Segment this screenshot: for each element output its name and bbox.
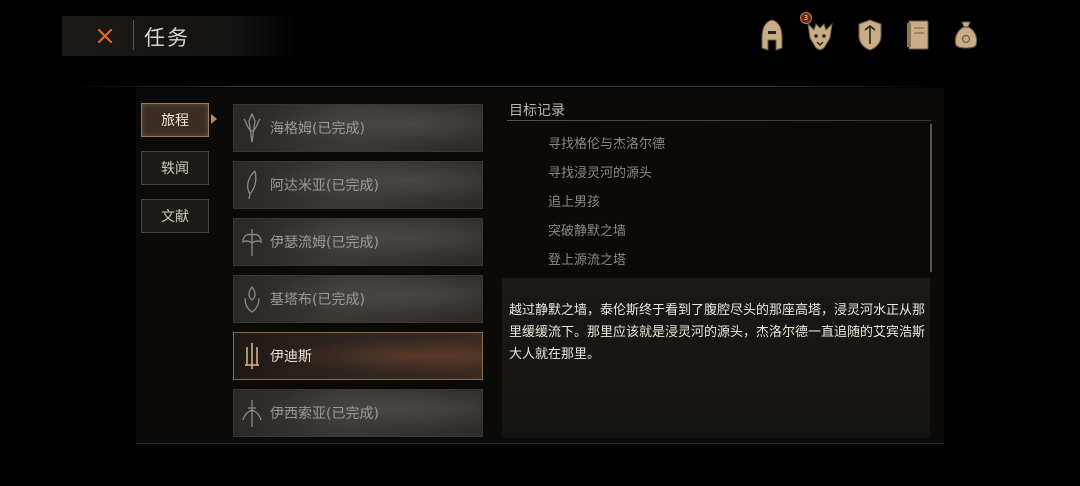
tab-documents[interactable]: 文献 — [141, 199, 209, 233]
coin-bag-icon[interactable] — [952, 18, 980, 52]
helmet-icon[interactable] — [758, 18, 786, 52]
quest-item-jitabu[interactable]: 基塔布(已完成) — [233, 275, 483, 323]
notification-badge: 3 — [800, 12, 812, 24]
active-tab-arrow-icon — [211, 114, 217, 124]
spear-crest-icon — [234, 105, 270, 151]
close-button[interactable] — [90, 22, 120, 50]
quest-item-yidisi[interactable]: 伊迪斯 — [233, 332, 483, 380]
objective-item: 突破静默之墙 — [548, 224, 627, 239]
winged-axe-icon — [234, 219, 270, 265]
quest-label: 基塔布(已完成) — [270, 292, 365, 308]
quest-item-adamiya[interactable]: 阿达米亚(已完成) — [233, 161, 483, 209]
quest-item-yixisuoya[interactable]: 伊西索亚(已完成) — [233, 389, 483, 437]
title-divider — [133, 20, 134, 50]
quest-description: 越过静默之墙，泰伦斯终于看到了腹腔尽头的那座高塔，浸灵河水正从那里缓缓流下。那里… — [509, 303, 926, 362]
objective-item: 追上男孩 — [548, 195, 601, 210]
winged-sword-icon — [234, 390, 270, 436]
objectives-title: 目标记录 — [509, 103, 565, 119]
quest-label: 伊迪斯 — [270, 349, 312, 365]
quest-label: 阿达米亚(已完成) — [270, 178, 379, 194]
objective-item: 登上源流之塔 — [548, 253, 627, 268]
objective-item: 寻找浸灵河的源头 — [548, 166, 653, 181]
quest-label: 伊西索亚(已完成) — [270, 406, 379, 422]
tab-journey[interactable]: 旅程 — [141, 103, 209, 137]
journal-icon[interactable] — [904, 18, 932, 52]
objectives-divider — [507, 120, 931, 121]
objectives-scrollbar[interactable] — [930, 124, 932, 272]
objective-item: 寻找格伦与杰洛尔德 — [548, 137, 666, 152]
triple-blade-icon — [234, 333, 270, 379]
beast-mask-icon[interactable] — [806, 18, 834, 52]
tab-anecdotes[interactable]: 轶闻 — [141, 151, 209, 185]
quest-label: 伊瑟流姆(已完成) — [270, 235, 379, 251]
shield-icon[interactable] — [856, 18, 884, 52]
header-divider — [62, 86, 942, 87]
quest-item-haigemu[interactable]: 海格姆(已完成) — [233, 104, 483, 152]
quest-item-yiseliumu[interactable]: 伊瑟流姆(已完成) — [233, 218, 483, 266]
quest-label: 海格姆(已完成) — [270, 121, 365, 137]
flame-crest-icon — [234, 276, 270, 322]
close-icon — [97, 28, 113, 44]
feather-icon — [234, 162, 270, 208]
page-title: 任务 — [144, 26, 190, 50]
